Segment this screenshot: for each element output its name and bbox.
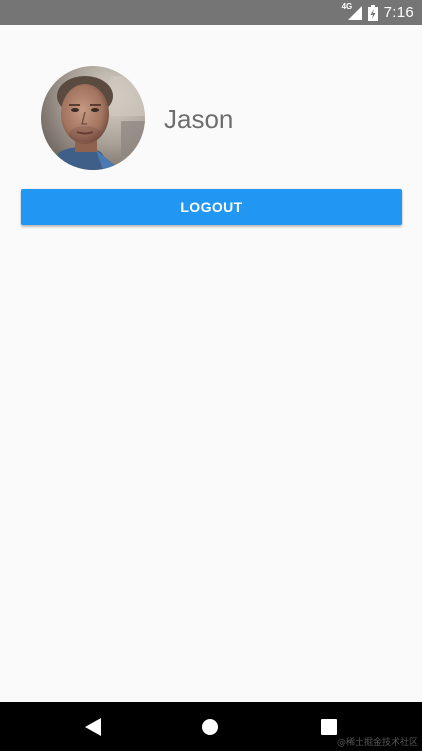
network-indicator: 4G <box>342 2 362 22</box>
battery-charging-icon <box>367 4 378 21</box>
status-bar: 4G 7:16 <box>0 0 422 25</box>
navigation-bar: @稀土掘金技术社区 <box>0 702 422 751</box>
home-button[interactable] <box>197 714 223 740</box>
home-icon <box>202 719 218 735</box>
avatar <box>41 66 145 170</box>
recents-icon <box>321 719 337 735</box>
user-photo-icon <box>41 66 145 170</box>
watermark-text: @稀土掘金技术社区 <box>336 738 418 748</box>
back-button[interactable] <box>80 714 106 740</box>
logout-button[interactable]: LOGOUT <box>21 189 402 225</box>
back-icon <box>85 718 101 736</box>
clock: 7:16 <box>383 4 414 21</box>
status-icons: 4G 7:16 <box>342 0 414 25</box>
signal-icon <box>347 5 362 20</box>
user-name: Jason <box>164 104 234 134</box>
